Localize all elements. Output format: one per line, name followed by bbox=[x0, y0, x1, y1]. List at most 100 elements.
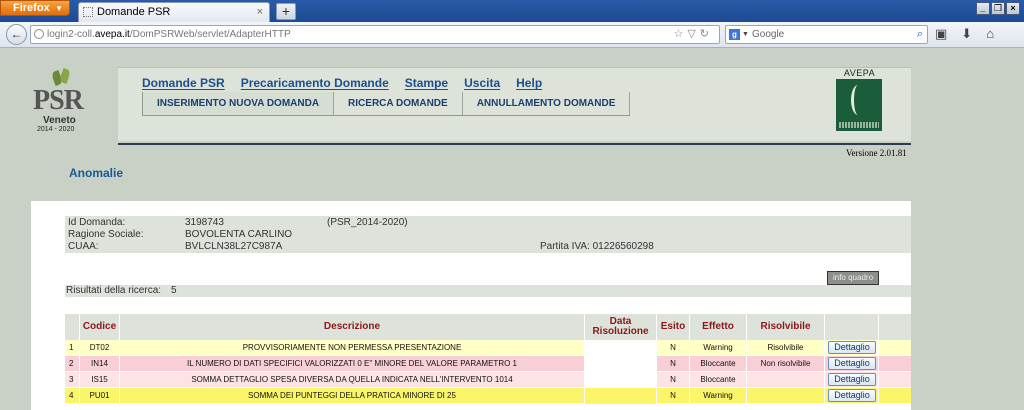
avepa-name: AVEPA bbox=[843, 68, 876, 78]
row-actions: Dettaglio bbox=[825, 356, 879, 372]
row-risolvibile bbox=[747, 372, 825, 388]
engine-dropdown-icon[interactable]: ▼ bbox=[742, 26, 749, 43]
domanda-info: Id Domanda: 3198743 (PSR_2014-2020) Ragi… bbox=[65, 216, 911, 253]
avepa-logo: AVEPA bbox=[836, 68, 883, 136]
google-engine-icon[interactable]: g bbox=[729, 29, 740, 40]
info-quadro-button[interactable]: info quadro bbox=[827, 271, 879, 285]
address-bar[interactable]: login2-coll.avepa.it/DomPSRWeb/servlet/A… bbox=[30, 25, 720, 44]
menu-stampe[interactable]: Stampe bbox=[405, 76, 448, 90]
browser-titlebar: Firefox ▼ Domande PSR × + _ ❐ × bbox=[0, 0, 1024, 22]
submenu-ricerca[interactable]: RICERCA DOMANDE bbox=[334, 92, 463, 115]
submenu-inserimento[interactable]: INSERIMENTO NUOVA DOMANDA bbox=[142, 92, 335, 115]
dropdown-arrow-icon: ▼ bbox=[55, 4, 63, 13]
search-icon[interactable]: ⌕ bbox=[917, 26, 923, 43]
dettaglio-button[interactable]: Dettaglio bbox=[828, 389, 876, 402]
row-descrizione: SOMMA DETTAGLIO SPESA DIVERSA DA QUELLA … bbox=[120, 372, 585, 388]
bookmark-star-icon[interactable]: ☆▽↻ bbox=[673, 26, 713, 43]
menu-divider bbox=[118, 143, 911, 145]
table-row: 1 DT02 PROVVISORIAMENTE NON PERMESSA PRE… bbox=[65, 340, 911, 356]
url-prefix: login2-coll. bbox=[47, 29, 95, 40]
submenu-annullamento[interactable]: ANNULLAMENTO DOMANDE bbox=[463, 92, 631, 115]
dettaglio-button[interactable]: Dettaglio bbox=[828, 357, 876, 370]
ragione-value: BOVOLENTA CARLINO bbox=[185, 229, 293, 240]
row-descrizione: SOMMA DEI PUNTEGGI DELLA PRATICA MINORE … bbox=[120, 388, 585, 404]
row-effetto: Warning bbox=[690, 340, 747, 356]
main-menu-panel: Domande PSR Precaricamento Domande Stamp… bbox=[118, 67, 911, 145]
header-esito: Esito bbox=[657, 314, 690, 340]
firefox-label: Firefox bbox=[13, 2, 50, 14]
menu-domande-psr[interactable]: Domande PSR bbox=[142, 76, 225, 90]
header-index bbox=[65, 314, 80, 340]
browser-navbar: ← login2-coll.avepa.it/DomPSRWeb/servlet… bbox=[0, 22, 1024, 48]
browser-tab[interactable]: Domande PSR × bbox=[78, 2, 270, 22]
row-effetto: Bloccante bbox=[690, 372, 747, 388]
ragione-label: Ragione Sociale: bbox=[68, 229, 144, 240]
results-count: 5 bbox=[171, 285, 177, 296]
menu-uscita[interactable]: Uscita bbox=[464, 76, 500, 90]
row-index: 1 bbox=[65, 340, 80, 356]
anomalie-table: Codice Descrizione Data Risoluzione Esit… bbox=[65, 314, 911, 404]
row-index: 2 bbox=[65, 356, 80, 372]
header-effetto: Effetto bbox=[690, 314, 747, 340]
version-label: Versione 2.01.81 bbox=[846, 148, 907, 158]
url-path: /DomPSRWeb/servlet/AdapterHTTP bbox=[129, 29, 291, 40]
search-box[interactable]: g ▼ Google ⌕ bbox=[725, 25, 928, 44]
firefox-menu-button[interactable]: Firefox ▼ bbox=[0, 0, 70, 16]
piva-value: Partita IVA: 01226560298 bbox=[540, 241, 654, 252]
back-button[interactable]: ← bbox=[6, 24, 27, 45]
row-codice: IS15 bbox=[80, 372, 120, 388]
row-esito: N bbox=[657, 388, 690, 404]
search-placeholder: Google bbox=[752, 29, 785, 40]
dettaglio-button[interactable]: Dettaglio bbox=[828, 373, 876, 386]
row-risolvibile: Non risolvibile bbox=[747, 356, 825, 372]
home-icon[interactable]: ⌂ bbox=[986, 26, 994, 42]
table-row: 2 IN14 IL NUMERO DI DATI SPECIFICI VALOR… bbox=[65, 356, 911, 372]
cuaa-value: BVLCLN38L27C987A bbox=[185, 241, 283, 252]
row-risolvibile: Risolvibile bbox=[747, 340, 825, 356]
menu-precaricamento[interactable]: Precaricamento Domande bbox=[241, 76, 389, 90]
toolbar-icons: ▣ ⬇ ⌂ bbox=[935, 26, 994, 42]
minimize-button[interactable]: _ bbox=[976, 2, 990, 15]
downloads-icon[interactable]: ⬇ bbox=[961, 26, 972, 42]
row-codice: IN14 bbox=[80, 356, 120, 372]
row-actions: Dettaglio bbox=[825, 340, 879, 356]
menu-help[interactable]: Help bbox=[516, 76, 542, 90]
row-descrizione: PROVVISORIAMENTE NON PERMESSA PRESENTAZI… bbox=[120, 340, 585, 356]
id-label: Id Domanda: bbox=[68, 217, 126, 228]
row-esito: N bbox=[657, 372, 690, 388]
favicon-icon bbox=[83, 7, 93, 17]
logo-years: 2014 - 2020 bbox=[37, 126, 75, 133]
page-body: PSR Veneto 2014 - 2020 Domande PSR Preca… bbox=[0, 49, 1024, 410]
header-data-risoluzione: Data Risoluzione bbox=[585, 314, 657, 340]
results-label: Risultati della ricerca: bbox=[66, 285, 162, 296]
row-esito: N bbox=[657, 356, 690, 372]
row-data-risoluzione bbox=[585, 340, 657, 356]
close-tab-icon[interactable]: × bbox=[257, 3, 263, 22]
bookmarks-menu-icon[interactable]: ▣ bbox=[935, 26, 947, 42]
psr-logo: PSR Veneto 2014 - 2020 bbox=[33, 65, 89, 141]
results-summary: Risultati della ricerca: 5 bbox=[65, 285, 911, 297]
cuaa-label: CUAA: bbox=[68, 241, 99, 252]
close-window-button[interactable]: × bbox=[1006, 2, 1020, 15]
header-actions bbox=[825, 314, 879, 340]
row-effetto: Bloccante bbox=[690, 356, 747, 372]
new-tab-button[interactable]: + bbox=[276, 3, 296, 20]
window-controls: _ ❐ × bbox=[976, 2, 1020, 15]
header-codice: Codice bbox=[80, 314, 120, 340]
table-header: Codice Descrizione Data Risoluzione Esit… bbox=[65, 314, 911, 340]
row-actions: Dettaglio bbox=[825, 388, 879, 404]
row-actions: Dettaglio bbox=[825, 372, 879, 388]
id-value: 3198743 bbox=[185, 217, 224, 228]
restore-button[interactable]: ❐ bbox=[991, 2, 1005, 15]
row-effetto: Warning bbox=[690, 388, 747, 404]
dettaglio-button[interactable]: Dettaglio bbox=[828, 341, 876, 354]
leaf-icon bbox=[58, 68, 72, 84]
row-codice: PU01 bbox=[80, 388, 120, 404]
row-codice: DT02 bbox=[80, 340, 120, 356]
header-risolvibile: Risolvibile bbox=[747, 314, 825, 340]
content-panel: Id Domanda: 3198743 (PSR_2014-2020) Ragi… bbox=[31, 201, 911, 410]
row-data-risoluzione bbox=[585, 372, 657, 388]
site-identity-icon[interactable] bbox=[34, 29, 44, 39]
page-title: Anomalie bbox=[69, 166, 124, 180]
url-domain: avepa.it bbox=[94, 29, 130, 40]
